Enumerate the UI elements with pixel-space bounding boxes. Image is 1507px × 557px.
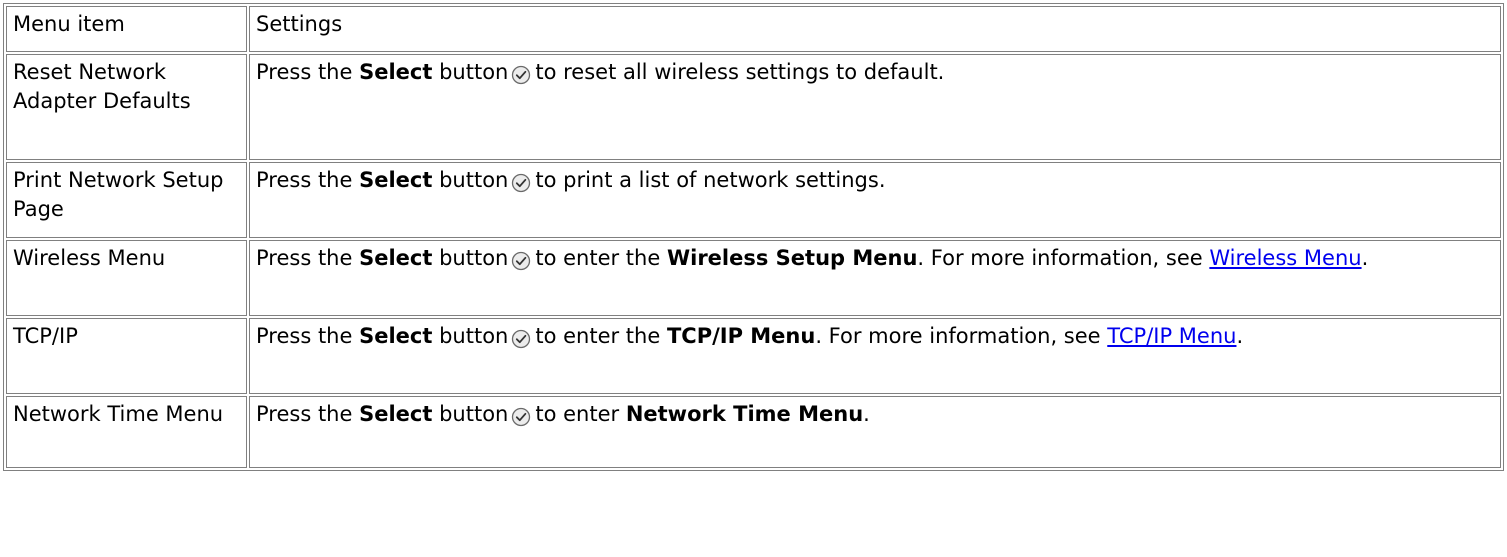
select-button-icon (510, 172, 532, 194)
tcpip-menu-link[interactable]: TCP/IP Menu (1107, 324, 1236, 348)
select-keyword: Select (359, 246, 433, 270)
desc-text: button (439, 246, 509, 270)
table-header-row: Menu item Settings (6, 6, 1501, 52)
menu-item-network-time-menu: Network Time Menu (6, 396, 247, 468)
desc-text: to enter (535, 402, 620, 426)
desc-text: Press the (256, 246, 353, 270)
desc-text: Press the (256, 324, 353, 348)
select-button-icon (510, 328, 532, 350)
table-row: Print Network Setup Page Press the Selec… (6, 162, 1501, 238)
desc-text: Press the (256, 60, 353, 84)
header-settings: Settings (249, 6, 1501, 52)
setting-description: Press the Select button to reset all wire… (249, 54, 1501, 160)
desc-text: Press the (256, 168, 353, 192)
select-keyword: Select (359, 402, 433, 426)
menu-item-reset-network-adapter-defaults: Reset Network Adapter Defaults (6, 54, 247, 160)
select-button-icon (510, 406, 532, 428)
table-row: Network Time Menu Press the Select butto… (6, 396, 1501, 468)
desc-text: . (863, 402, 870, 426)
desc-text: to enter the (535, 246, 661, 270)
wireless-menu-link[interactable]: Wireless Menu (1209, 246, 1361, 270)
menu-name: Network Time Menu (625, 402, 864, 426)
setting-description: Press the Select button to enter the Wire… (249, 240, 1501, 316)
menu-item-tcpip: TCP/IP (6, 318, 247, 394)
desc-text: . (1361, 246, 1369, 270)
select-keyword: Select (359, 168, 433, 192)
table-row: TCP/IP Press the Select button to enter t… (6, 318, 1501, 394)
desc-text: button (439, 168, 509, 192)
menu-name: Wireless Setup Menu (666, 246, 918, 270)
menu-item-print-network-setup-page: Print Network Setup Page (6, 162, 247, 238)
table-row: Wireless Menu Press the Select button to … (6, 240, 1501, 316)
network-menu-table: Menu item Settings Reset Network Adapter… (3, 3, 1504, 471)
desc-text: button (439, 324, 509, 348)
setting-description: Press the Select button to enter the TCP/… (249, 318, 1501, 394)
setting-description: Press the Select button to enter Network … (249, 396, 1501, 468)
select-keyword: Select (359, 60, 433, 84)
desc-text: to enter the (535, 324, 661, 348)
menu-name: TCP/IP Menu (666, 324, 816, 348)
desc-text: . (1236, 324, 1244, 348)
desc-text: Press the (256, 402, 353, 426)
header-menu-item: Menu item (6, 6, 247, 52)
table-row: Reset Network Adapter Defaults Press the… (6, 54, 1501, 160)
select-button-icon (510, 64, 532, 86)
select-keyword: Select (359, 324, 433, 348)
desc-text: button (439, 60, 509, 84)
desc-text: to print a list of network settings. (535, 168, 886, 192)
menu-item-wireless-menu: Wireless Menu (6, 240, 247, 316)
desc-text: to reset all wireless settings to defaul… (535, 60, 945, 84)
desc-text: button (439, 402, 509, 426)
desc-text: . For more information, see (815, 324, 1101, 348)
setting-description: Press the Select button to print a list o… (249, 162, 1501, 238)
desc-text: . For more information, see (917, 246, 1203, 270)
select-button-icon (510, 250, 532, 272)
